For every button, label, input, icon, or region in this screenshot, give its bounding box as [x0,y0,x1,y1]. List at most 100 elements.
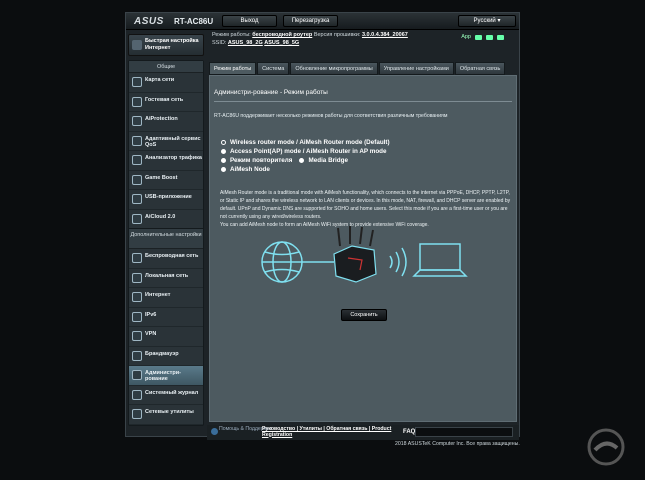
status-icons: App [461,34,504,40]
qos-icon [132,135,142,146]
general-item-label: Карта сети [145,77,175,83]
lan-icon [132,272,142,283]
save-button[interactable]: Сохранить [341,309,387,321]
footer-links: Руководство | Утилиты | Обратная связь |… [262,426,402,438]
general-item[interactable]: Карта сети [129,73,203,93]
model-name: RT-AC86U [174,17,214,26]
game-boost-icon [132,174,142,185]
general-item[interactable]: Адаптивный сервис QoS [129,132,203,151]
general-group: Общие Карта сети Гостевая сеть AiProtectio… [128,60,204,230]
aicloud-icon [132,213,142,224]
page-description: RT-AC86U поддерживает несколько режимов … [214,113,448,119]
advanced-item-label: Сетевые утилиты [145,409,194,415]
radio-router-mode[interactable] [221,140,226,145]
divider [214,101,512,102]
wireless-icon [132,253,142,263]
wifi-status-icon[interactable] [486,34,493,40]
admin-icon [132,370,142,380]
general-item[interactable]: Гостевая сеть [129,93,203,112]
tab-2[interactable]: Обновление микропрограммы [290,62,378,75]
general-header: Общие [129,61,203,73]
wan-status-icon[interactable] [475,34,482,40]
tab-1[interactable]: Система [257,62,290,75]
mode-label: Режим работы: [212,32,251,38]
advanced-item-label: Брандмауэр [145,350,179,357]
status-info: Режим работы: беспроводной роутер Версия… [212,31,512,59]
general-item-label: Game Boost [145,174,178,181]
help-icon [211,428,218,435]
advanced-item-label: Администри-рование [145,370,181,382]
language-select[interactable]: Русский ▾ [458,15,516,27]
advanced-item[interactable]: Системный журнал [129,386,203,405]
general-item-label: Адаптивный сервис QoS [145,135,201,148]
network-tools-icon [132,409,142,419]
main-content: Режим работы: беспроводной роутер Версия… [207,31,519,440]
watermark-logo-icon [587,428,625,466]
option-aimesh-node: AiMesh Node [230,166,270,173]
advanced-item[interactable]: VPN [129,327,203,347]
syslog-icon [132,389,142,400]
router-admin-window: ASUS RT-AC86U Выход Перезагрузка Русский… [125,12,520,440]
faq-search-input[interactable] [415,427,513,437]
general-item[interactable]: AiCloud 2.0 [129,210,203,229]
ipv6-icon [132,311,142,322]
general-item-label: AiProtection [145,116,178,122]
mode-diagram [261,226,468,283]
firmware-label: Версия прошивки: [313,32,361,38]
general-item-label: Гостевая сеть [145,96,184,103]
advanced-item-label: Системный журнал [145,389,199,396]
quick-setup-icon [132,40,142,50]
logout-button[interactable]: Выход [222,15,277,27]
advanced-item[interactable]: Администри-рование [129,366,203,386]
language-label: Русский [473,18,496,24]
wifi-signal-icon [389,247,407,277]
reboot-button[interactable]: Перезагрузка [283,15,338,27]
tab-bar: Режим работы Система Обновление микропрогр… [209,62,506,75]
copyright: 2018 ASUSTeK Computer Inc. Все права защ… [395,441,520,447]
option-repeater-mode: Режим повторителя [230,157,293,164]
advanced-item[interactable]: Сетевые утилиты [129,405,203,425]
advanced-item-label: IPv6 [145,311,157,318]
faq-label: FAQ [403,429,416,435]
tab-0[interactable]: Режим работы [209,62,257,75]
radio-media-bridge[interactable] [299,158,305,163]
ssid-label: SSID: [212,40,227,46]
firmware-version-link[interactable]: 3.0.0.4.384_20067 [362,32,408,38]
ssid-2g: ASUS_98_2G [227,40,263,46]
general-item[interactable]: USB-приложение [129,190,203,210]
advanced-item-label: Интернет [145,292,171,298]
advanced-group: Дополнительные настройки Беспроводная се… [128,228,204,426]
tab-3[interactable]: Управление настройками [378,62,454,75]
mode-value-link[interactable]: беспроводной роутер [252,32,312,38]
quick-setup-button[interactable]: Быстрая настройка Интернет [128,34,204,56]
advanced-item[interactable]: IPv6 [129,308,203,327]
radio-ap-mode[interactable] [221,149,226,154]
radio-aimesh-node[interactable] [221,167,226,172]
app-label[interactable]: App [461,34,471,40]
general-item[interactable]: Анализатор трафика [129,151,203,171]
advanced-item[interactable]: Локальная сеть [129,269,203,288]
radio-repeater-mode[interactable] [221,158,226,163]
sidebar: Быстрая настройка Интернет Общие Карта с… [128,34,204,429]
tab-4[interactable]: Обратная связь [454,62,506,75]
advanced-item-label: VPN [145,331,157,337]
traffic-analyzer-icon [132,155,142,165]
wan-icon [132,292,142,302]
mode-explanation: AiMesh Router mode is a traditional mode… [220,189,512,229]
general-item-label: Анализатор трафика [145,155,202,161]
explanation-paragraph-1: AiMesh Router mode is a traditional mode… [220,190,511,220]
advanced-item-label: Беспроводная сеть [145,253,199,259]
footer-links-text[interactable]: Руководство | Утилиты | Обратная связь |… [262,426,391,438]
page-title: Администри-рование - Режим работы [214,89,328,96]
advanced-item[interactable]: Беспроводная сеть [129,249,203,269]
guest-network-icon [132,96,142,107]
general-item-label: AiCloud 2.0 [145,213,176,220]
general-item[interactable]: Game Boost [129,171,203,190]
operation-mode-panel: Администри-рование - Режим работы RT-AC8… [209,75,517,422]
general-item-label: USB-приложение [145,194,192,200]
general-item[interactable]: AiProtection [129,112,203,132]
advanced-item[interactable]: Брандмауэр [129,347,203,366]
usb-status-icon[interactable] [497,34,504,40]
advanced-item[interactable]: Интернет [129,288,203,308]
ssid-5g: ASUS_98_5G [264,40,300,46]
